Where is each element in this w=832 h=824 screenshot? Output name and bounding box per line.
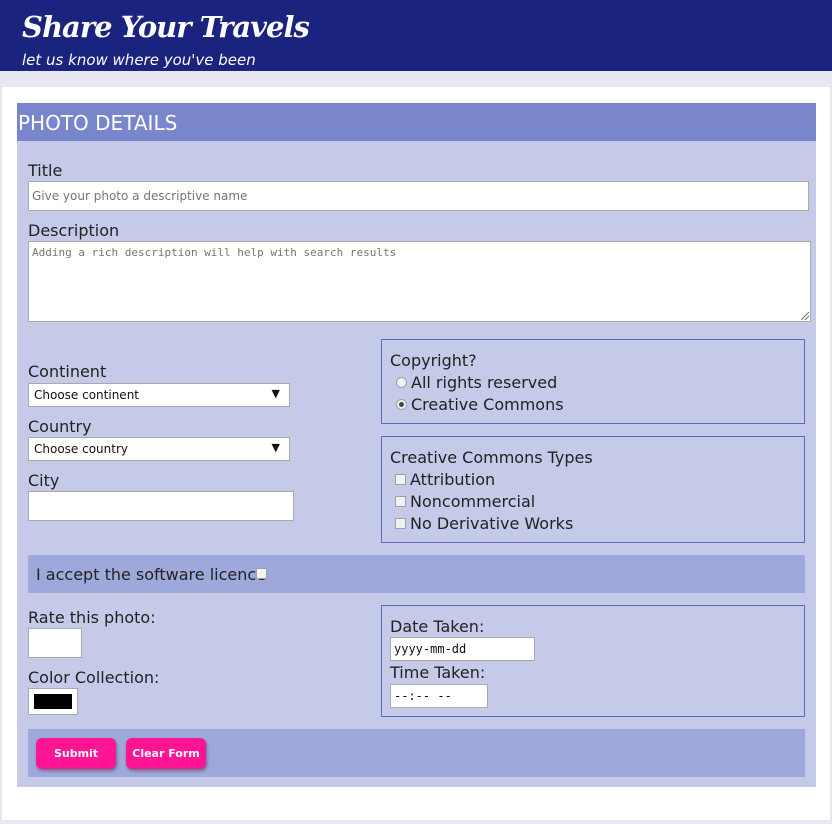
- checkbox-attribution[interactable]: [395, 474, 406, 485]
- continent-select[interactable]: Choose continent ▼: [28, 383, 290, 407]
- button-bar: Submit Clear Form: [28, 729, 805, 777]
- submit-button[interactable]: Submit: [36, 738, 116, 769]
- chevron-down-icon: ▼: [271, 441, 280, 454]
- site-header: Share Your Travels let us know where you…: [0, 0, 832, 71]
- checkbox-noncommercial[interactable]: [395, 496, 406, 507]
- licence-bar: I accept the software licence: [28, 555, 805, 593]
- description-placeholder: Adding a rich description will help with…: [32, 246, 397, 259]
- date-placeholder: yyyy-mm-dd: [394, 642, 467, 656]
- time-label: Time Taken:: [390, 663, 486, 682]
- photo-form: PHOTO DETAILS Title Give your photo a de…: [17, 103, 816, 787]
- date-time-fieldset: Date Taken: yyyy-mm-dd Time Taken: --:--…: [381, 605, 805, 717]
- checkbox-attribution-label: Attribution: [410, 470, 496, 489]
- site-title: Share Your Travels: [22, 10, 310, 44]
- color-picker[interactable]: [28, 688, 78, 715]
- checkbox-no-derivative[interactable]: [395, 518, 406, 529]
- copyright-fieldset: Copyright? All rights reserved Creative …: [381, 339, 805, 424]
- radio-all-rights[interactable]: [396, 377, 407, 388]
- country-label: Country: [28, 417, 92, 436]
- title-placeholder: Give your photo a descriptive name: [32, 189, 248, 203]
- continent-label: Continent: [28, 362, 107, 381]
- title-label: Title: [28, 161, 63, 180]
- checkbox-no-derivative-label: No Derivative Works: [410, 514, 574, 533]
- description-textarea[interactable]: Adding a rich description will help with…: [28, 241, 811, 322]
- radio-creative-commons[interactable]: [396, 399, 407, 410]
- rate-input[interactable]: [28, 628, 82, 658]
- licence-label: I accept the software licence: [36, 565, 267, 584]
- form-header: PHOTO DETAILS: [17, 103, 816, 141]
- continent-selected-value: Choose continent: [34, 388, 139, 402]
- city-label: City: [28, 471, 60, 490]
- description-label: Description: [28, 221, 120, 240]
- copyright-legend: Copyright?: [390, 351, 477, 370]
- title-input[interactable]: Give your photo a descriptive name: [28, 181, 809, 211]
- date-input[interactable]: yyyy-mm-dd: [390, 637, 535, 661]
- country-select[interactable]: Choose country ▼: [28, 437, 290, 461]
- time-input[interactable]: --:-- --: [390, 684, 488, 708]
- color-label: Color Collection:: [28, 668, 160, 687]
- country-selected-value: Choose country: [34, 442, 129, 456]
- chevron-down-icon: ▼: [271, 387, 280, 400]
- date-label: Date Taken:: [390, 617, 485, 636]
- resize-grip-icon[interactable]: [801, 312, 809, 320]
- radio-all-rights-label: All rights reserved: [411, 373, 558, 392]
- checkbox-noncommercial-label: Noncommercial: [410, 492, 536, 511]
- licence-checkbox[interactable]: [256, 568, 267, 579]
- time-placeholder: --:-- --: [394, 689, 452, 703]
- rate-label: Rate this photo:: [28, 608, 156, 627]
- cc-types-fieldset: Creative Commons Types Attribution Nonco…: [381, 436, 805, 543]
- color-swatch-fill: [34, 694, 72, 709]
- cc-types-legend: Creative Commons Types: [390, 448, 593, 467]
- form-title: PHOTO DETAILS: [18, 111, 178, 135]
- city-input[interactable]: [28, 491, 294, 521]
- site-tagline: let us know where you've been: [22, 51, 256, 69]
- radio-creative-commons-label: Creative Commons: [411, 395, 564, 414]
- clear-form-button[interactable]: Clear Form: [126, 738, 206, 769]
